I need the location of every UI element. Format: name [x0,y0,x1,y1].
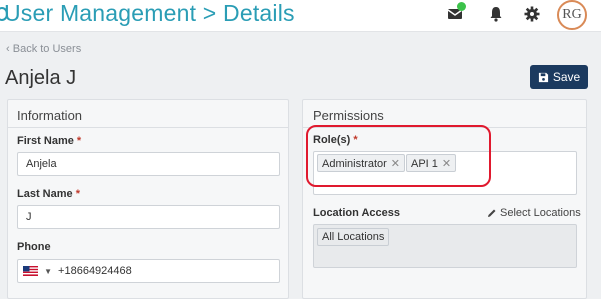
user-name-heading: Anjela J [5,67,77,89]
location-chip: All Locations [317,228,390,246]
phone-field[interactable]: ▼ +18664924468 [17,259,280,283]
avatar-initials: RG [562,7,582,22]
phone-value: +18664924468 [58,265,132,277]
last-name-field[interactable]: J [17,205,280,229]
last-name-label: Last Name * [17,188,80,200]
divider [8,127,288,128]
location-access-label: Location Access [313,207,401,219]
information-title: Information [17,108,83,123]
notification-dot [457,2,466,11]
roles-highlight-annotation [306,125,491,187]
pencil-icon [488,209,496,217]
back-link-label: Back to Users [12,43,82,55]
required-marker: * [76,135,82,147]
select-locations-label: Select Locations [500,207,581,219]
select-locations-link[interactable]: Select Locations [487,207,581,219]
location-access-box: All Locations [313,224,577,268]
bell-icon[interactable] [487,5,505,23]
first-name-label: First Name * [17,135,82,147]
gear-icon[interactable] [523,5,541,23]
chevron-left-icon: ‹ [6,43,10,55]
top-bar: User Management > Details RG [0,0,601,32]
permissions-title: Permissions [313,108,384,123]
page-title: User Management > Details [0,0,295,27]
caret-down-icon[interactable]: ▼ [44,267,52,276]
save-button[interactable]: Save [530,65,588,89]
avatar[interactable]: RG [557,0,587,30]
back-link[interactable]: ‹ Back to Users [6,43,81,55]
page-title-text: User Management > Details [4,0,295,26]
save-icon [538,72,548,82]
save-button-label: Save [552,70,581,84]
first-name-field[interactable]: Anjela [17,152,280,176]
information-panel: Information First Name * Anjela Last Nam… [7,99,289,299]
required-marker: * [75,188,80,200]
phone-label: Phone [17,241,51,253]
us-flag-icon[interactable] [23,266,38,277]
